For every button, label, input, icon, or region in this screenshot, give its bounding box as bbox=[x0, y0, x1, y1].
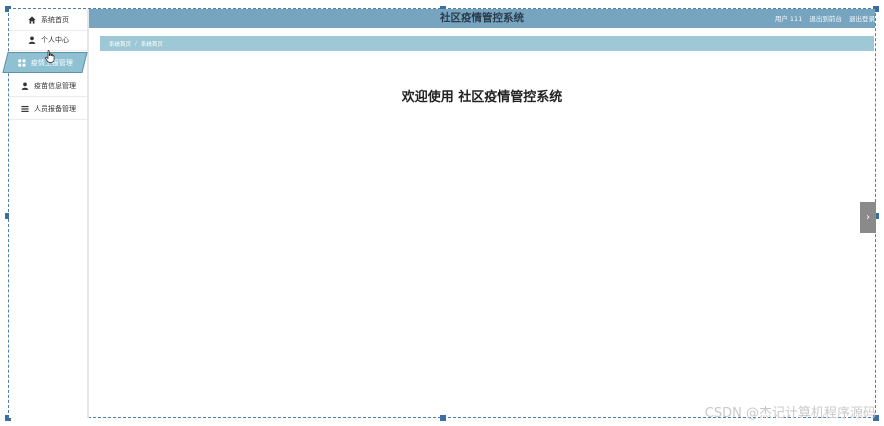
sidebar-item-label: 系统首页 bbox=[41, 15, 69, 24]
app-title: 社区疫情管控系统 bbox=[440, 12, 524, 24]
welcome-heading: 欢迎使用 社区疫情管控系统 bbox=[401, 90, 563, 105]
sidebar-item-label: 人员报备管理 bbox=[34, 104, 76, 113]
breadcrumb-item-current: 系统首页 bbox=[140, 41, 163, 48]
sidebar-item-label: 疫苗信息管理 bbox=[34, 81, 76, 90]
selection-frame bbox=[8, 8, 876, 418]
sidebar-item-label: 个人中心 bbox=[41, 35, 69, 44]
side-toggle-button[interactable]: › bbox=[860, 202, 876, 233]
top-header: 社区疫情管控系统 用户 111 退出到前台 退出登录 bbox=[89, 9, 875, 28]
header-links: 用户 111 退出到前台 退出登录 bbox=[770, 13, 875, 23]
home-icon bbox=[27, 15, 36, 24]
sidebar-item-home[interactable]: 系统首页 bbox=[9, 9, 87, 31]
logout-link[interactable]: 退出登录 bbox=[849, 15, 875, 23]
list-icon bbox=[20, 104, 29, 113]
user-icon bbox=[27, 35, 36, 44]
user-icon bbox=[20, 81, 29, 90]
grid-icon bbox=[17, 58, 26, 67]
sidebar-item-vaccine-info[interactable]: 疫苗信息管理 bbox=[9, 75, 87, 97]
back-to-frontend-link[interactable]: 退出到前台 bbox=[809, 15, 842, 23]
sidebar-item-profile[interactable]: 个人中心 bbox=[9, 29, 87, 51]
breadcrumb-separator: / bbox=[135, 40, 137, 47]
breadcrumb-item-home[interactable]: 系统首页 bbox=[109, 40, 131, 48]
sidebar-item-personnel-report[interactable]: 人员报备管理 bbox=[9, 98, 87, 120]
hand-cursor-icon bbox=[45, 50, 55, 63]
sidebar: 系统首页 个人中心 疫情上报管理 疫苗信息管理 人员报备管理 bbox=[2, 9, 89, 418]
chevron-right-icon: › bbox=[866, 212, 870, 223]
breadcrumb: 系统首页 / 系统首页 bbox=[100, 36, 874, 51]
watermark: CSDN @杰记计算机程序源码 bbox=[704, 406, 876, 421]
user-label: 用户 111 bbox=[774, 15, 803, 23]
